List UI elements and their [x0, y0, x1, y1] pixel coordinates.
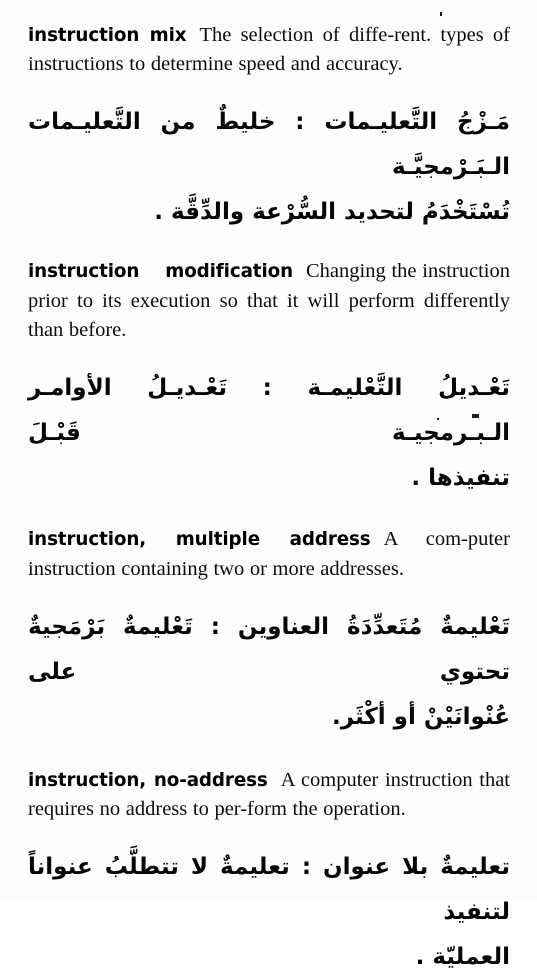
dictionary-page: instruction mixThe selection of diffe-re…: [0, 0, 537, 900]
entry-headword[interactable]: instruction mix: [28, 25, 186, 46]
entry-headword[interactable]: instruction modification: [28, 261, 293, 282]
entry-headword-part1: instruction, multiple address: [28, 529, 371, 550]
entry-arabic-block: تَعْـديلُ التَّعْليمـة : تَعْـديـلُ الأو…: [28, 366, 510, 501]
entry-headword-part1: instruction: [28, 261, 139, 282]
entry-english-block: instruction, multiple addressA com-puter…: [28, 525, 510, 584]
entry-headword[interactable]: instruction, no-address: [28, 770, 268, 791]
arabic-line: مَـزْجُ التَّعليـمات : خليطٌ من التَّعلي…: [28, 100, 510, 190]
dictionary-entry: instruction mixThe selection of diffe-re…: [28, 21, 510, 236]
entry-headword-part1: instruction: [28, 25, 139, 46]
entry-english-block: instruction, no-addressA computer instru…: [28, 766, 510, 825]
arabic-line: تعليمةٌ بلا عنوان : تعليمةٌ لا تتطلَّبُ …: [28, 845, 510, 935]
text-column: instruction mixThe selection of diffe-re…: [28, 0, 510, 980]
entry-headword-part2: modification: [165, 261, 293, 282]
arabic-line: العمليّة .: [28, 935, 510, 980]
entry-arabic-block: تعليمةٌ بلا عنوان : تعليمةٌ لا تتطلَّبُ …: [28, 845, 510, 980]
entry-headword-part1: instruction, no-address: [28, 770, 268, 791]
dictionary-entry: instruction, multiple addressA com-puter…: [28, 525, 510, 740]
entry-arabic-block: مَـزْجُ التَّعليـمات : خليطٌ من التَّعلي…: [28, 100, 510, 235]
arabic-line: تَعْليمةٌ مُتَعدِّدَةُ العناوين : تَعْلي…: [28, 605, 510, 695]
entry-english-block: instructionmodificationChanging the inst…: [28, 257, 510, 346]
arabic-line: تَعْـديلُ التَّعْليمـة : تَعْـديـلُ الأو…: [28, 366, 510, 456]
entry-headword-part2: mix: [150, 25, 187, 46]
entry-arabic-block: تَعْليمةٌ مُتَعدِّدَةُ العناوين : تَعْلي…: [28, 605, 510, 740]
entry-headword[interactable]: instruction, multiple address: [28, 529, 371, 550]
arabic-line: تُسْتَخْدَمُ لتحديد السُّرْعة والدِّقَّة…: [28, 190, 510, 235]
dictionary-entry: instructionmodificationChanging the inst…: [28, 257, 510, 501]
dictionary-entry: instruction, no-addressA computer instru…: [28, 766, 510, 980]
arabic-line: عُنْوانَيْنْ أو أكْثَر.: [28, 695, 510, 740]
entry-english-block: instruction mixThe selection of diffe-re…: [28, 21, 510, 80]
arabic-line: تنفيذها .: [28, 456, 510, 501]
